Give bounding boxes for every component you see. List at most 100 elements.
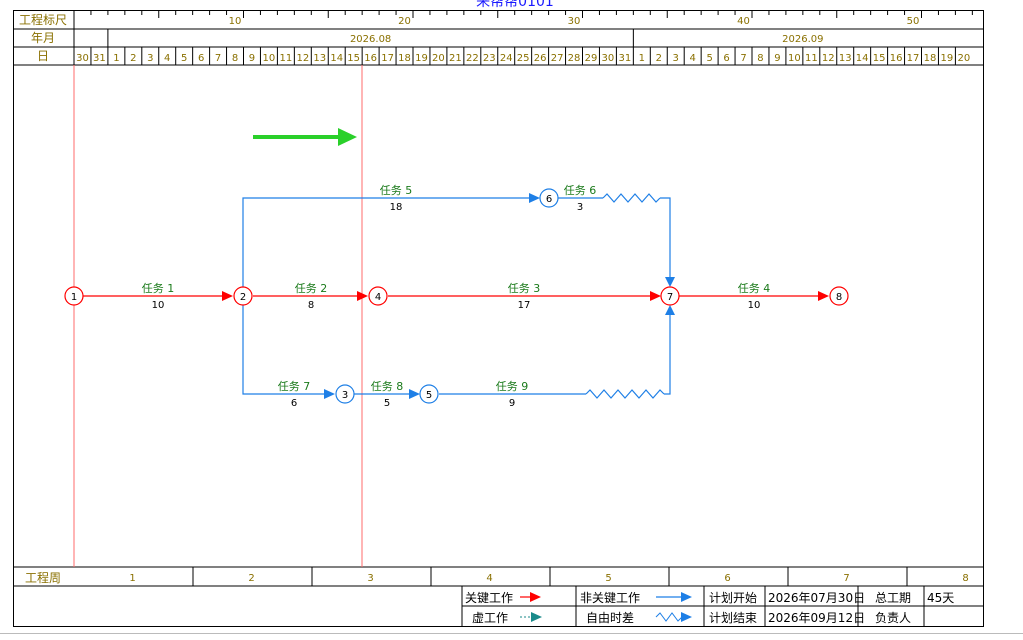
svg-text:1: 1 xyxy=(71,292,77,303)
legend-free-float-label: 自由时差 xyxy=(586,611,635,625)
legend-noncritical-sample xyxy=(656,592,692,602)
day-cell: 3 xyxy=(673,53,679,64)
day-cell: 10 xyxy=(263,53,276,64)
week-cell: 1 xyxy=(129,573,135,584)
node-7[interactable]: 7 xyxy=(660,286,680,306)
node-1[interactable]: 1 xyxy=(64,286,84,306)
network-diagram: 工程标尺 年月 日 工程周 10 20 30 40 50 2026.08 2026.09 … xyxy=(13,10,984,627)
day-cell: 2 xyxy=(130,53,136,64)
node-2[interactable]: 2 xyxy=(233,286,253,306)
node-4[interactable]: 4 xyxy=(368,286,388,306)
legend-free-float-sample xyxy=(655,612,692,622)
task-7-name: 任务 7 xyxy=(278,380,311,393)
plan-end-value: 2026年09月12日 xyxy=(768,611,866,625)
scale-label: 工程标尺 xyxy=(19,12,67,27)
day-cell: 4 xyxy=(689,53,695,64)
task-9-name: 任务 9 xyxy=(496,380,529,393)
svg-text:7: 7 xyxy=(667,292,673,303)
task-6-name: 任务 6 xyxy=(564,184,597,197)
day-cell: 28 xyxy=(568,53,581,64)
day-cell: 11 xyxy=(805,53,818,64)
day-cell: 3 xyxy=(147,53,153,64)
node-3[interactable]: 3 xyxy=(335,384,355,404)
day-cell: 17 xyxy=(907,53,920,64)
scale-tick: 20 xyxy=(398,16,411,27)
scale-tick: 40 xyxy=(737,16,750,27)
day-cell: 8 xyxy=(757,53,763,64)
week-cell: 4 xyxy=(486,573,492,584)
task-8-name: 任务 8 xyxy=(371,380,404,393)
task-2-duration: 8 xyxy=(308,300,314,311)
day-cell: 4 xyxy=(164,53,170,64)
day-cell: 30 xyxy=(602,53,615,64)
day-cell: 6 xyxy=(723,53,729,64)
day-cell: 11 xyxy=(280,53,293,64)
scale-tick: 30 xyxy=(568,16,581,27)
week-cell: 3 xyxy=(367,573,373,584)
day-cell: 17 xyxy=(381,53,394,64)
total-duration-label: 总工期 xyxy=(875,591,912,605)
day-cell: 22 xyxy=(466,53,479,64)
task-arrows xyxy=(83,193,829,399)
day-cell: 7 xyxy=(215,53,221,64)
owner-label: 负责人 xyxy=(875,611,912,625)
node-5[interactable]: 5 xyxy=(419,384,439,404)
task-7-duration: 6 xyxy=(291,398,297,409)
svg-text:6: 6 xyxy=(546,194,552,205)
task-1-duration: 10 xyxy=(152,300,165,311)
day-cell: 27 xyxy=(551,53,564,64)
node-6[interactable]: 6 xyxy=(539,188,559,208)
month-label: 年月 xyxy=(31,31,55,45)
arrow-task-5 xyxy=(242,197,532,287)
scale-tick: 10 xyxy=(229,16,242,27)
svg-text:3: 3 xyxy=(342,390,348,401)
day-cell: 13 xyxy=(839,53,852,64)
day-cell: 18 xyxy=(924,53,937,64)
arrowhead-task-6 xyxy=(665,277,675,287)
day-cell: 19 xyxy=(415,53,428,64)
month-row: 2026.08 2026.09 xyxy=(107,29,824,47)
svg-text:5: 5 xyxy=(426,390,432,401)
day-cell: 29 xyxy=(585,53,598,64)
free-float-task-6 xyxy=(602,193,661,203)
arrowhead-task-3 xyxy=(650,291,661,301)
day-cell: 5 xyxy=(181,53,187,64)
day-cell: 31 xyxy=(93,53,106,64)
day-cell: 18 xyxy=(398,53,411,64)
day-cell: 15 xyxy=(873,53,886,64)
week-cell: 6 xyxy=(724,573,730,584)
task-4-name: 任务 4 xyxy=(738,282,771,295)
day-cell: 16 xyxy=(364,53,377,64)
week-cell: 7 xyxy=(843,573,849,584)
task-5-duration: 18 xyxy=(390,202,403,213)
day-cell: 16 xyxy=(890,53,903,64)
svg-text:4: 4 xyxy=(375,292,381,303)
arrow-task-9-up xyxy=(664,312,671,395)
day-cell: 21 xyxy=(449,53,462,64)
day-cell: 12 xyxy=(296,53,309,64)
scale-ruler: 10 20 30 40 50 xyxy=(73,10,973,27)
day-cell: 24 xyxy=(500,53,513,64)
bottom-divider xyxy=(0,633,1023,634)
task-4-duration: 10 xyxy=(748,300,761,311)
task-1-name: 任务 1 xyxy=(142,282,175,295)
node-8[interactable]: 8 xyxy=(829,286,849,306)
day-cell: 6 xyxy=(198,53,204,64)
total-duration-value: 45天 xyxy=(927,591,955,605)
arrowhead-task-9 xyxy=(665,305,675,315)
legend-critical-label: 关键工作 xyxy=(465,591,514,605)
plan-start-label: 计划开始 xyxy=(709,591,758,605)
week-cell: 5 xyxy=(605,573,611,584)
day-cell: 9 xyxy=(249,53,255,64)
day-cell: 23 xyxy=(483,53,496,64)
day-cell: 19 xyxy=(941,53,954,64)
arrowhead-task-1 xyxy=(222,291,233,301)
month-sep: 2026.09 xyxy=(782,34,823,45)
month-aug: 2026.08 xyxy=(350,34,391,45)
legend-dummy-label: 虚工作 xyxy=(472,611,509,625)
task-9-duration: 9 xyxy=(509,398,515,409)
legend-noncritical-label: 非关键工作 xyxy=(580,591,641,605)
free-float-task-9 xyxy=(585,389,665,399)
day-cell: 26 xyxy=(534,53,547,64)
week-row: 1 2 3 4 5 6 7 8 xyxy=(129,567,969,586)
